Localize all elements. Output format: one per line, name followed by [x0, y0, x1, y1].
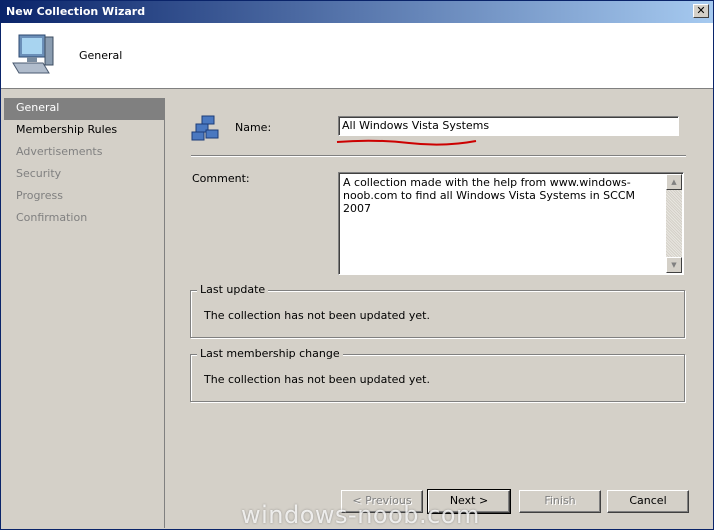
page-title: General [79, 49, 123, 62]
cancel-button[interactable]: Cancel [607, 490, 689, 513]
comment-label: Comment: [192, 172, 250, 185]
nav-item-progress: Progress [16, 189, 63, 202]
wizard-window: New Collection Wizard ✕ General General … [0, 0, 714, 530]
comment-text: A collection made with the help from www… [343, 176, 635, 215]
scroll-up-button[interactable]: ▲ [666, 174, 682, 190]
nav-item-membership-rules[interactable]: Membership Rules [4, 120, 164, 142]
finish-button: Finish [519, 490, 601, 513]
computer-icon [12, 34, 54, 74]
nav-item-advertisements: Advertisements [16, 145, 103, 158]
last-update-group: Last update The collection has not been … [190, 283, 685, 338]
comment-scrollbar[interactable]: ▲ ▼ [666, 174, 682, 273]
collection-icon [191, 115, 219, 141]
name-label: Name: [235, 121, 272, 134]
last-update-text: The collection has not been updated yet. [204, 309, 430, 322]
nav-item-confirmation: Confirmation [16, 211, 88, 224]
nav-item-security: Security [16, 167, 62, 180]
general-page: Name: All Windows Vista Systems Comment:… [166, 98, 712, 478]
window-title: New Collection Wizard [6, 5, 146, 18]
wizard-header: General [1, 23, 713, 89]
last-membership-change-group: Last membership change The collection ha… [190, 347, 685, 402]
last-membership-change-legend: Last membership change [197, 347, 343, 360]
nav-item-general[interactable]: General [4, 98, 164, 120]
last-update-legend: Last update [197, 283, 269, 296]
close-icon: ✕ [696, 4, 706, 17]
title-bar[interactable]: New Collection Wizard ✕ [1, 1, 713, 23]
arrow-up-icon: ▲ [671, 178, 677, 186]
last-membership-change-text: The collection has not been updated yet. [204, 373, 430, 386]
name-input[interactable]: All Windows Vista Systems [338, 116, 679, 136]
separator [191, 155, 686, 157]
red-underline-annotation [336, 139, 477, 146]
scroll-down-button[interactable]: ▼ [666, 257, 682, 273]
wizard-nav: General Membership Rules Advertisements … [4, 98, 165, 528]
comment-textarea[interactable]: A collection made with the help from www… [338, 172, 684, 275]
watermark: windows-noob.com [241, 501, 480, 529]
arrow-down-icon: ▼ [671, 261, 677, 269]
close-button[interactable]: ✕ [693, 4, 709, 18]
